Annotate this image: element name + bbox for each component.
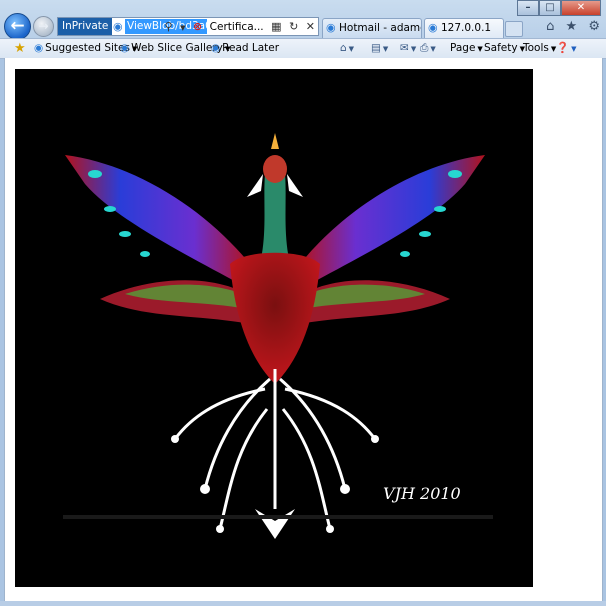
compatibility-view-icon[interactable]: ▦ xyxy=(271,20,281,33)
feeds-icon[interactable]: ▤ ▼ xyxy=(371,39,388,58)
ie-page-icon: ◉ xyxy=(428,21,438,34)
phoenix-artwork: VJH 2010 xyxy=(15,69,533,587)
favorites-star-icon[interactable]: ★ xyxy=(566,19,578,34)
white-tail-feathers xyxy=(173,369,377,530)
home-icon[interactable]: ⌂ ▼ xyxy=(340,39,354,58)
chevron-down-icon: ▼ xyxy=(477,45,483,53)
forward-button[interactable]: → xyxy=(33,16,54,37)
ie-page-icon: ◉ xyxy=(211,42,221,54)
window-controls: – □ ✕ xyxy=(517,0,601,16)
tools-menu[interactable]: Tools ▼ xyxy=(523,39,556,58)
phoenix-neck xyxy=(261,174,289,259)
gear-icon[interactable]: ⚙ xyxy=(588,19,600,34)
help-icon[interactable]: ❓ ▼ xyxy=(556,39,576,58)
tab-localhost[interactable]: ◉ 127.0.0.1 xyxy=(424,18,504,38)
ie-page-icon: ◉ xyxy=(120,42,130,54)
read-later-link[interactable]: ◉ Read Later xyxy=(211,39,279,58)
read-later-label: Read Later xyxy=(222,42,280,54)
ie-page-icon: ◉ xyxy=(34,42,44,54)
print-icon[interactable]: ⎙ ▼ xyxy=(420,39,436,58)
page-menu-label: Page xyxy=(450,42,476,54)
search-icon[interactable]: ⚲ xyxy=(165,20,173,33)
phoenix-body xyxy=(230,252,320,384)
certificate-error-icon[interactable]: ⊗ xyxy=(193,20,202,33)
window-bottom-border xyxy=(0,601,606,606)
safety-menu[interactable]: Safety ▼ xyxy=(484,39,525,58)
mail-icon[interactable]: ✉ ▼ xyxy=(400,39,416,58)
tab-label: 127.0.0.1 xyxy=(441,22,492,34)
stop-icon[interactable]: ✕ xyxy=(306,20,315,33)
dropdown-chevron-icon[interactable]: ▼ xyxy=(180,24,185,32)
right-crest-feather xyxy=(287,174,303,197)
inprivate-indicator: InPrivate xyxy=(58,18,113,35)
ie-page-icon: ◉ xyxy=(326,21,336,34)
browser-window: ← → InPrivate ◉ ViewBlob/bd3a0c96-5277- … xyxy=(0,0,606,606)
refresh-icon[interactable]: ↻ xyxy=(289,20,298,33)
right-commands: ⌂ ★ ⚙ xyxy=(539,19,600,34)
maximize-button[interactable]: □ xyxy=(539,0,561,16)
phoenix-head xyxy=(263,155,287,183)
minimize-button[interactable]: – xyxy=(517,0,539,16)
new-tab-button[interactable] xyxy=(505,21,523,37)
home-icon[interactable]: ⌂ xyxy=(546,19,554,34)
forward-arrow-icon: → xyxy=(38,19,49,33)
tab-label: Hotmail - adamcarte... xyxy=(339,22,421,34)
suggested-sites-label: Suggested Sites xyxy=(45,42,130,54)
ie-page-icon: ◉ xyxy=(113,20,123,33)
phoenix-illustration: VJH 2010 xyxy=(63,133,493,539)
page-content: VJH 2010 xyxy=(4,58,603,601)
back-arrow-icon: ← xyxy=(10,16,25,36)
back-button[interactable]: ← xyxy=(4,13,31,40)
safety-menu-label: Safety xyxy=(484,42,518,54)
tab-hotmail[interactable]: ◉ Hotmail - adamcarte... xyxy=(322,18,422,38)
favorites-bar: ★ ◉ Suggested Sites ▼ ◉ Web Slice Gallery ▼ … xyxy=(0,38,606,59)
flame-crest xyxy=(271,133,279,149)
address-bar[interactable]: InPrivate ◉ ViewBlob/bd3a0c96-5277- ⚲ ▼ … xyxy=(57,17,319,36)
favorites-star-icon[interactable]: ★ xyxy=(14,39,26,58)
page-menu[interactable]: Page ▼ xyxy=(450,39,483,58)
title-bar: ← → InPrivate ◉ ViewBlob/bd3a0c96-5277- … xyxy=(0,0,606,40)
address-tools: ⚲ ▼ ⊗ Certifica... ▦ ↻ ✕ xyxy=(161,18,316,35)
web-slice-gallery-label: Web Slice Gallery xyxy=(131,42,223,54)
ground-shadow xyxy=(63,515,493,519)
left-crest-feather xyxy=(247,174,263,197)
certificate-error-label[interactable]: Certifica... xyxy=(210,21,264,33)
artist-signature: VJH 2010 xyxy=(383,484,461,503)
tools-menu-label: Tools xyxy=(523,42,549,54)
close-button[interactable]: ✕ xyxy=(561,0,601,16)
